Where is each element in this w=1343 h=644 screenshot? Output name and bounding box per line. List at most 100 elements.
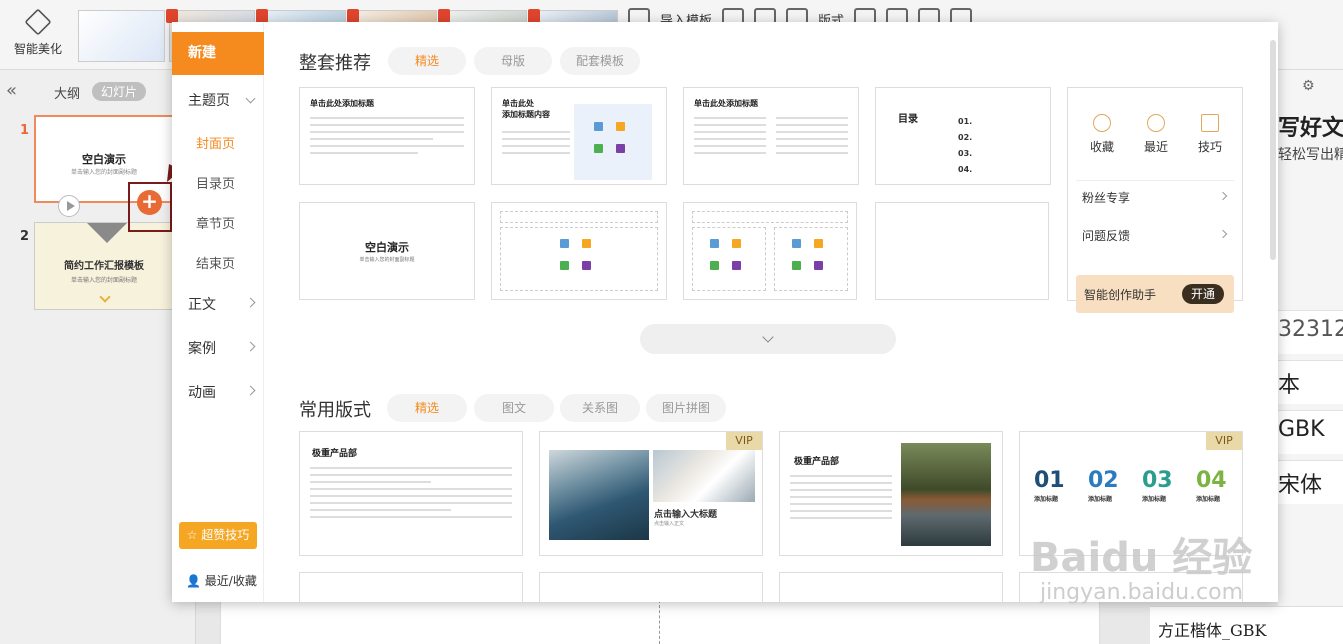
layout-card[interactable] xyxy=(779,572,1003,602)
slide-number: 2 xyxy=(20,229,30,244)
wave-photo xyxy=(549,450,649,540)
feedback-link[interactable]: 问题反馈 xyxy=(1082,227,1228,244)
template-card[interactable]: 目录 01. 02. 03. 04. xyxy=(875,87,1051,185)
card-title: 点击输入大标题 xyxy=(654,510,718,520)
toc-item: 03. xyxy=(958,149,973,158)
tab-outline[interactable]: 大纲 xyxy=(54,83,80,102)
super-tips-button[interactable]: ☆ 超赞技巧 xyxy=(179,522,257,549)
smart-beautify-button[interactable]: 智能美化 xyxy=(10,8,66,57)
assistant-label: 智能创作助手 xyxy=(1084,288,1157,302)
category-label: 案例 xyxy=(188,341,216,357)
chevron-right-icon xyxy=(245,297,256,308)
tab-image-text[interactable]: 图文 xyxy=(474,394,554,422)
card-title: 单击此处 添加标题内容 xyxy=(502,99,550,119)
watermark: Baidu 经验 xyxy=(1030,535,1253,581)
tab-relationship[interactable]: 关系图 xyxy=(560,394,640,422)
forest-photo xyxy=(901,443,991,546)
template-card[interactable]: 单击此处添加标题 xyxy=(299,87,475,185)
divider xyxy=(1076,180,1234,181)
media-icons xyxy=(560,239,600,273)
font-item[interactable]: 本 xyxy=(1278,360,1343,404)
category-label: 主题页 xyxy=(188,93,230,109)
font-item[interactable]: GBK xyxy=(1278,410,1343,454)
toc-item: 04. xyxy=(958,165,973,174)
subcategory-toc[interactable]: 目录页 xyxy=(196,173,235,192)
card-title: 极重产品部 xyxy=(312,449,358,459)
toc-list: 01. 02. 03. 04. xyxy=(958,114,972,178)
subcategory-chapter[interactable]: 章节页 xyxy=(196,213,235,232)
expand-more-button[interactable] xyxy=(640,324,896,354)
smart-assistant-banner[interactable]: 智能创作助手 开通 xyxy=(1076,275,1234,313)
category-theme-page[interactable]: 主题页 xyxy=(188,90,258,110)
tab-featured[interactable]: 精选 xyxy=(388,47,466,75)
fan-exclusive-link[interactable]: 粉丝专享 xyxy=(1082,189,1228,206)
collapse-panel-icon[interactable]: « xyxy=(6,80,17,101)
step-number: 01 xyxy=(1034,468,1065,493)
slide-thumbnail-2[interactable]: 简约工作汇报模板 单击输入您的封面副标题 xyxy=(34,222,174,310)
watermark-url: jingyan.baidu.com xyxy=(1040,580,1244,605)
template-card[interactable]: 单击此处 添加标题内容 xyxy=(491,87,667,185)
tab-master[interactable]: 母版 xyxy=(474,47,552,75)
font-item[interactable]: 宋体 xyxy=(1278,460,1343,504)
media-icons xyxy=(792,239,832,273)
new-tab[interactable]: 新建 xyxy=(172,32,264,75)
badge-icon xyxy=(528,9,541,23)
tab-slides[interactable]: 幻灯片 xyxy=(92,82,147,101)
layout-card[interactable]: 极重产品部 xyxy=(779,431,1003,556)
document-canvas xyxy=(220,600,1100,644)
tab-featured-2[interactable]: 精选 xyxy=(387,394,467,422)
play-icon[interactable] xyxy=(58,195,80,217)
template-card[interactable] xyxy=(683,202,857,300)
template-card[interactable] xyxy=(491,202,667,300)
category-label: 动画 xyxy=(188,385,216,401)
vip-badge: VIP xyxy=(1206,432,1242,450)
card-title: 单击此处添加标题 xyxy=(694,99,758,108)
recent-favorites-button[interactable]: 👤 最近/收藏 xyxy=(186,572,257,589)
add-slide-button[interactable]: + xyxy=(137,190,162,215)
settings-icon[interactable]: ⚙ xyxy=(1302,78,1315,94)
feedback-label: 问题反馈 xyxy=(1082,229,1131,243)
template-thumbnail[interactable] xyxy=(78,10,165,62)
open-button[interactable]: 开通 xyxy=(1182,284,1224,304)
smart-beautify-label: 智能美化 xyxy=(13,42,62,56)
favorites-button[interactable]: 收藏 xyxy=(1078,114,1126,155)
step-number: 03 xyxy=(1142,468,1173,493)
step-label: 添加标题 xyxy=(1088,496,1113,503)
subcategory-cover[interactable]: 封面页 xyxy=(196,133,235,152)
category-label: 正文 xyxy=(188,297,216,313)
vip-badge: VIP xyxy=(726,432,762,450)
step-label: 添加标题 xyxy=(1142,496,1167,503)
window-photo xyxy=(653,450,755,502)
layout-card[interactable] xyxy=(539,572,763,602)
tab-image-collage[interactable]: 图片拼图 xyxy=(646,394,726,422)
slide-subtitle: 单击输入您的封面副标题 xyxy=(70,277,137,284)
tips-label: 技巧 xyxy=(1197,140,1222,154)
placeholder xyxy=(692,211,848,223)
chevron-down-icon xyxy=(99,291,111,303)
chevron-right-icon xyxy=(1218,191,1228,201)
right-panel-title: 写好文档 xyxy=(1278,116,1343,141)
category-body[interactable]: 正文 xyxy=(188,294,258,314)
slide-number: 1 xyxy=(20,123,30,138)
template-card[interactable]: 空白演示 单击输入您的封面副标题 xyxy=(299,202,475,300)
modal-scrollbar[interactable] xyxy=(1270,40,1276,260)
card-title: 单击此处添加标题 xyxy=(310,99,374,108)
toc-item: 01. xyxy=(958,117,973,126)
template-card[interactable] xyxy=(875,202,1049,300)
template-card[interactable]: 单击此处添加标题 xyxy=(683,87,859,185)
fan-exclusive-label: 粉丝专享 xyxy=(1082,191,1131,205)
category-case[interactable]: 案例 xyxy=(188,338,258,358)
recent-button[interactable]: 最近 xyxy=(1132,114,1180,155)
card-subtitle: 单击输入您的封面副标题 xyxy=(359,257,415,263)
category-animation[interactable]: 动画 xyxy=(188,382,258,402)
font-item-bottom[interactable]: 方正楷体_GBK xyxy=(1150,606,1343,644)
layout-card[interactable]: VIP 点击输入大标题 点击输入正文 xyxy=(539,431,763,556)
tab-matching-templates[interactable]: 配套模板 xyxy=(560,47,640,75)
tips-button[interactable]: 技巧 xyxy=(1186,114,1234,155)
chevron-right-icon xyxy=(1218,229,1228,239)
subcategory-ending[interactable]: 结束页 xyxy=(196,253,235,272)
text-lines xyxy=(310,462,512,523)
layout-card[interactable]: 极重产品部 xyxy=(299,431,523,556)
chevron-right-icon xyxy=(245,341,256,352)
layout-card[interactable] xyxy=(299,572,523,602)
